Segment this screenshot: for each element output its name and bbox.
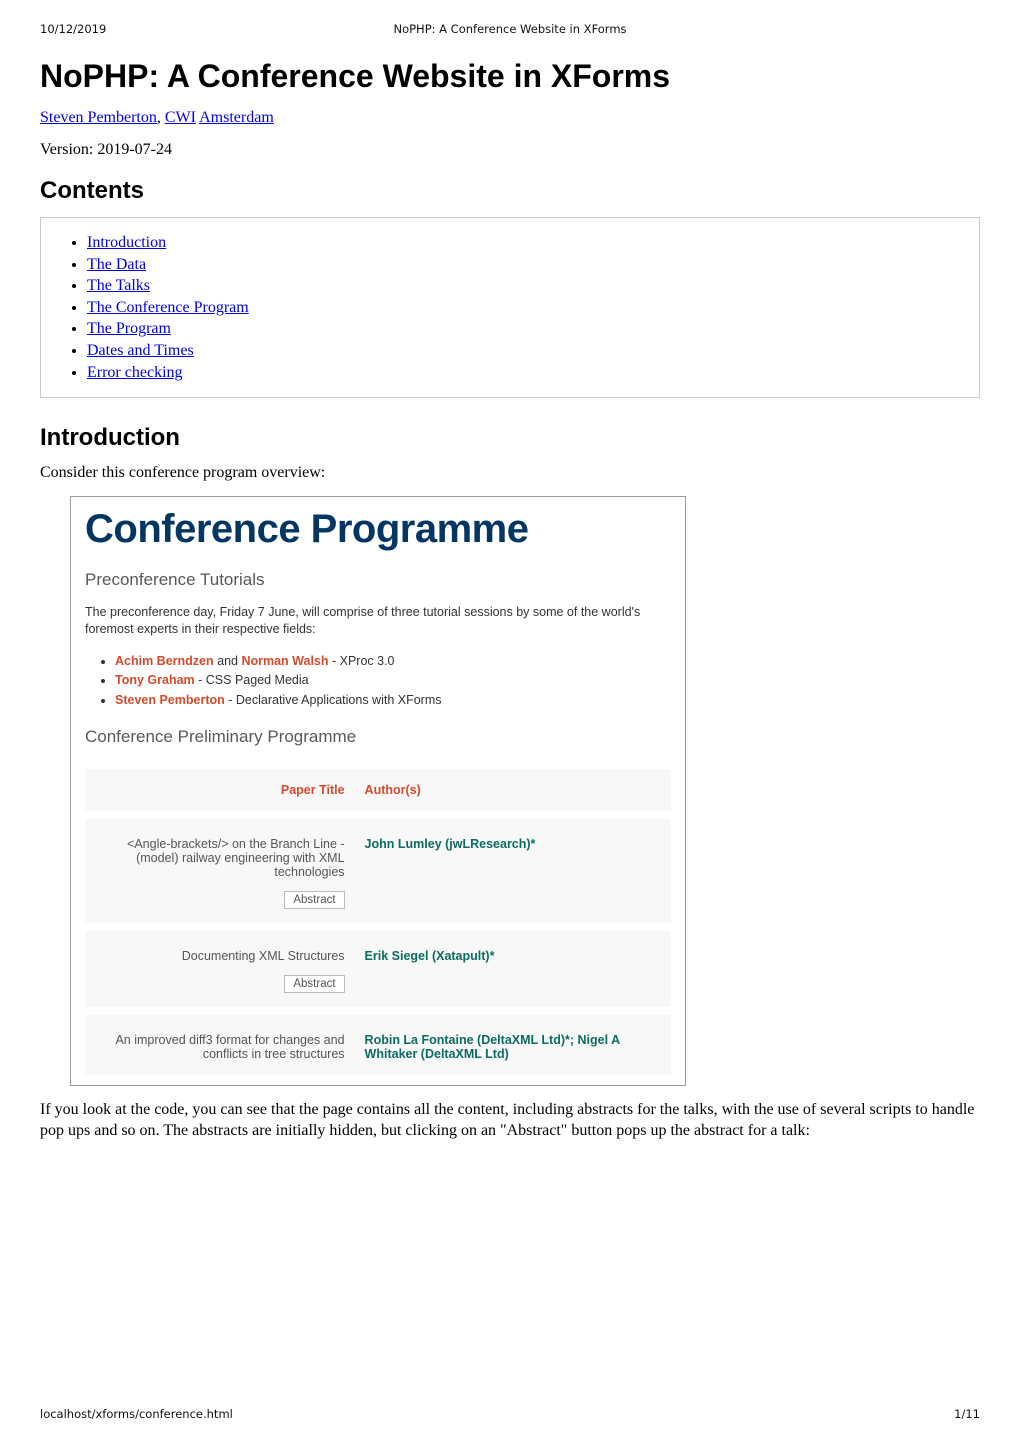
intro-paragraph: Consider this conference program overvie… — [40, 464, 980, 482]
print-header-title: NoPHP: A Conference Website in XForms — [0, 22, 1020, 36]
toc-link[interactable]: The Talks — [87, 277, 150, 294]
table-row: An improved diff3 format for changes and… — [85, 1015, 671, 1075]
list-item: The Data — [87, 254, 961, 276]
author-link[interactable]: Steven Pemberton — [40, 109, 157, 126]
presenter-name: Norman Walsh — [241, 654, 328, 668]
preconference-paragraph: The preconference day, Friday 7 June, wi… — [85, 604, 671, 639]
toc-link[interactable]: Error checking — [87, 364, 183, 381]
list-item: The Conference Program — [87, 297, 961, 319]
page-title-h1: NoPHP: A Conference Website in XForms — [40, 58, 980, 95]
abstract-button[interactable]: Abstract — [284, 891, 344, 909]
paper-title: An improved diff3 format for changes and… — [115, 1033, 344, 1061]
paper-title-cell: Documenting XML Structures Abstract — [85, 931, 355, 1007]
print-footer-page: 1/11 — [954, 1407, 980, 1421]
programme-table: Paper Title Author(s) <Angle-brackets/> … — [85, 761, 671, 1083]
toc-link[interactable]: Dates and Times — [87, 342, 194, 359]
presenter-name: Achim Berndzen — [115, 654, 214, 668]
paper-title: <Angle-brackets/> on the Branch Line - (… — [127, 837, 345, 879]
table-header-row: Paper Title Author(s) — [85, 769, 671, 811]
toc-list: Introduction The Data The Talks The Conf… — [59, 232, 961, 383]
preliminary-programme-heading: Conference Preliminary Programme — [85, 727, 671, 747]
conference-heading: Conference Programme — [85, 507, 671, 552]
presenter-name: Tony Graham — [115, 673, 195, 687]
tutorial-topic: Declarative Applications with XForms — [236, 693, 442, 707]
col-header-authors: Author(s) — [355, 769, 671, 811]
city-link[interactable]: Amsterdam — [199, 109, 274, 126]
list-item: Tony Graham - CSS Paged Media — [115, 672, 671, 690]
tutorial-topic: CSS Paged Media — [206, 673, 309, 687]
conference-inner: Conference Programme Preconference Tutor… — [71, 507, 685, 1085]
print-footer-url: localhost/xforms/conference.html — [40, 1407, 233, 1421]
text-joiner: - — [329, 654, 340, 668]
preconference-heading: Preconference Tutorials — [85, 570, 671, 590]
contents-heading: Contents — [40, 177, 980, 205]
presenter-name: Steven Pemberton — [115, 693, 225, 707]
list-item: The Program — [87, 318, 961, 340]
toc-link[interactable]: Introduction — [87, 234, 166, 251]
paper-authors-cell: John Lumley (jwLResearch)* — [355, 819, 671, 923]
after-paragraph: If you look at the code, you can see tha… — [40, 1100, 980, 1142]
abstract-button[interactable]: Abstract — [284, 975, 344, 993]
tutorial-topic: XProc 3.0 — [340, 654, 395, 668]
toc-link[interactable]: The Program — [87, 320, 171, 337]
toc-box: Introduction The Data The Talks The Conf… — [40, 217, 980, 398]
list-item: The Talks — [87, 275, 961, 297]
paper-title-cell: An improved diff3 format for changes and… — [85, 1015, 355, 1075]
col-header-title: Paper Title — [85, 769, 355, 811]
text-joiner: - — [195, 673, 206, 687]
paper-authors-cell: Erik Siegel (Xatapult)* — [355, 931, 671, 1007]
paper-title-cell: <Angle-brackets/> on the Branch Line - (… — [85, 819, 355, 923]
list-item: Introduction — [87, 232, 961, 254]
list-item: Achim Berndzen and Norman Walsh - XProc … — [115, 653, 671, 671]
table-row: <Angle-brackets/> on the Branch Line - (… — [85, 819, 671, 923]
tutorial-list: Achim Berndzen and Norman Walsh - XProc … — [85, 653, 671, 710]
conference-screenshot: Conference Programme Preconference Tutor… — [70, 496, 686, 1086]
page: 10/12/2019 NoPHP: A Conference Website i… — [0, 0, 1020, 1443]
text-joiner: - — [225, 693, 236, 707]
paper-authors-cell: Robin La Fontaine (DeltaXML Ltd)*; Nigel… — [355, 1015, 671, 1075]
org-link[interactable]: CWI — [165, 109, 196, 126]
paper-title: Documenting XML Structures — [182, 949, 345, 963]
toc-link[interactable]: The Conference Program — [87, 299, 249, 316]
list-item: Steven Pemberton - Declarative Applicati… — [115, 692, 671, 710]
byline-sep: , — [157, 109, 165, 126]
list-item: Error checking — [87, 362, 961, 384]
introduction-heading: Introduction — [40, 424, 980, 452]
toc-link[interactable]: The Data — [87, 256, 146, 273]
version-line: Version: 2019-07-24 — [40, 141, 980, 159]
byline: Steven Pemberton, CWI Amsterdam — [40, 109, 980, 127]
list-item: Dates and Times — [87, 340, 961, 362]
table-row: Documenting XML Structures Abstract Erik… — [85, 931, 671, 1007]
text-joiner: and — [214, 654, 242, 668]
